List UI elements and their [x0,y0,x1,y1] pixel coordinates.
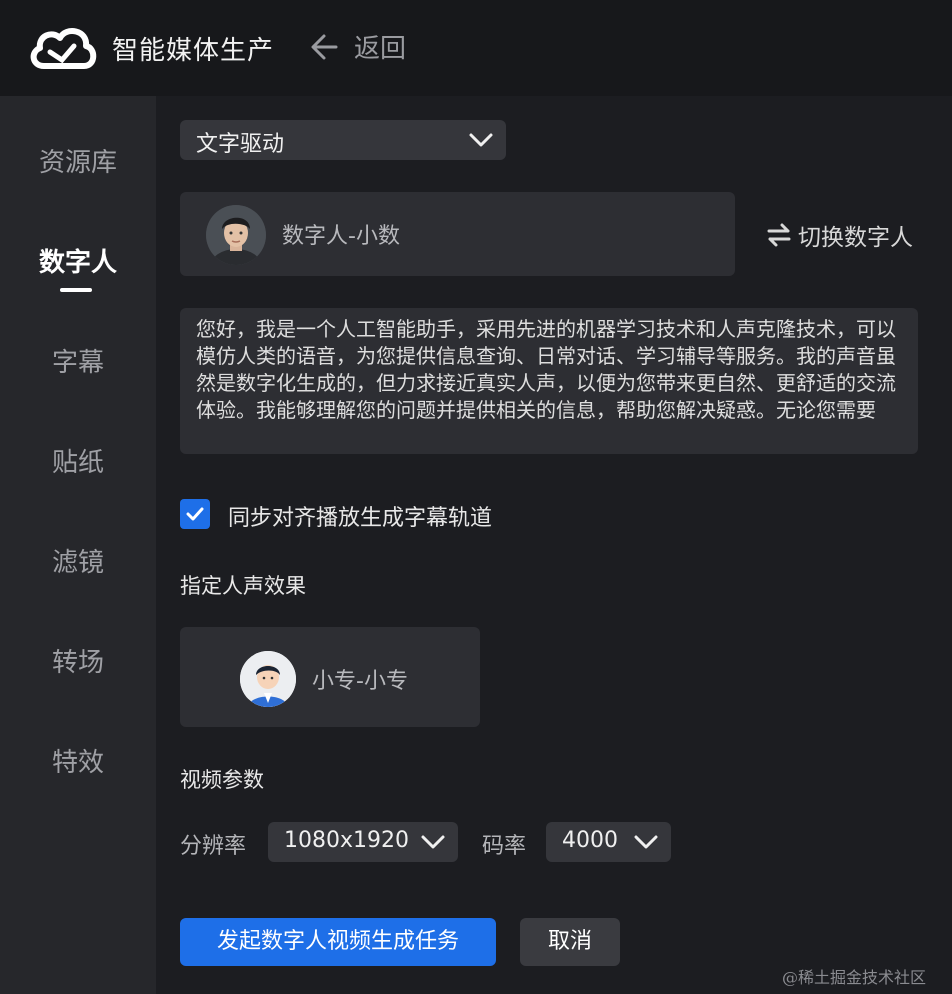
sidebar-item-subtitle[interactable]: 字幕 [0,342,156,379]
sidebar-item-effects[interactable]: 特效 [0,742,156,779]
drive-mode-select[interactable]: 文字驱动 [180,120,506,160]
main-panel: 文字驱动 数字人-小数 切换数字人 您好，我是一个人工智能助手，采用先进的机器学… [156,96,952,994]
voice-name: 小专-小专 [312,669,408,694]
switch-digital-human-button[interactable]: 切换数字人 [766,218,913,252]
top-bar: 智能媒体生产 返回 [0,0,952,96]
chevron-down-icon [469,133,493,147]
digital-human-avatar [206,205,266,265]
app-title: 智能媒体生产 [112,36,275,66]
voice-avatar [240,651,296,707]
arrow-left-icon [311,34,338,59]
active-tab-indicator [60,288,92,292]
sidebar-item-resource-library[interactable]: 资源库 [0,142,156,179]
back-label: 返回 [354,34,407,64]
sync-subtitle-label: 同步对齐播放生成字幕轨道 [228,506,493,531]
voice-card[interactable]: 小专-小专 [180,627,480,727]
chevron-down-icon [421,835,445,849]
voice-section-title: 指定人声效果 [180,574,306,598]
watermark: @稀土掘金技术社区 [782,968,927,987]
sidebar-item-digital-human[interactable]: 数字人 [0,242,156,279]
sync-subtitle-checkbox[interactable] [180,499,210,529]
resolution-select[interactable]: 1080x1920 [268,822,458,862]
cancel-button[interactable]: 取消 [520,918,620,966]
cloud-logo-icon [30,28,97,69]
sidebar: 资源库 数字人 字幕 贴纸 滤镜 转场 特效 [0,96,156,994]
sidebar-item-sticker[interactable]: 贴纸 [0,442,156,479]
digital-human-name: 数字人-小数 [282,224,400,249]
bitrate-value: 4000 [562,828,618,853]
switch-digital-human-label: 切换数字人 [798,225,913,251]
swap-icon [767,223,791,247]
script-text: 您好，我是一个人工智能助手，采用先进的机器学习技术和人声克隆技术，可以模仿人类的… [196,317,896,422]
submit-task-button[interactable]: 发起数字人视频生成任务 [180,918,496,966]
bitrate-select[interactable]: 4000 [546,822,671,862]
drive-mode-value: 文字驱动 [196,132,285,157]
video-params-title: 视频参数 [180,768,264,792]
checkmark-icon [186,507,204,521]
sidebar-item-filter[interactable]: 滤镜 [0,542,156,579]
bitrate-label: 码率 [482,834,527,859]
script-textarea[interactable]: 您好，我是一个人工智能助手，采用先进的机器学习技术和人声克隆技术，可以模仿人类的… [180,308,918,454]
resolution-value: 1080x1920 [284,828,409,853]
sidebar-item-transition[interactable]: 转场 [0,642,156,679]
resolution-label: 分辨率 [180,834,247,859]
chevron-down-icon [634,835,658,849]
digital-human-card[interactable]: 数字人-小数 [180,192,735,276]
back-button[interactable]: 返回 [308,28,406,65]
